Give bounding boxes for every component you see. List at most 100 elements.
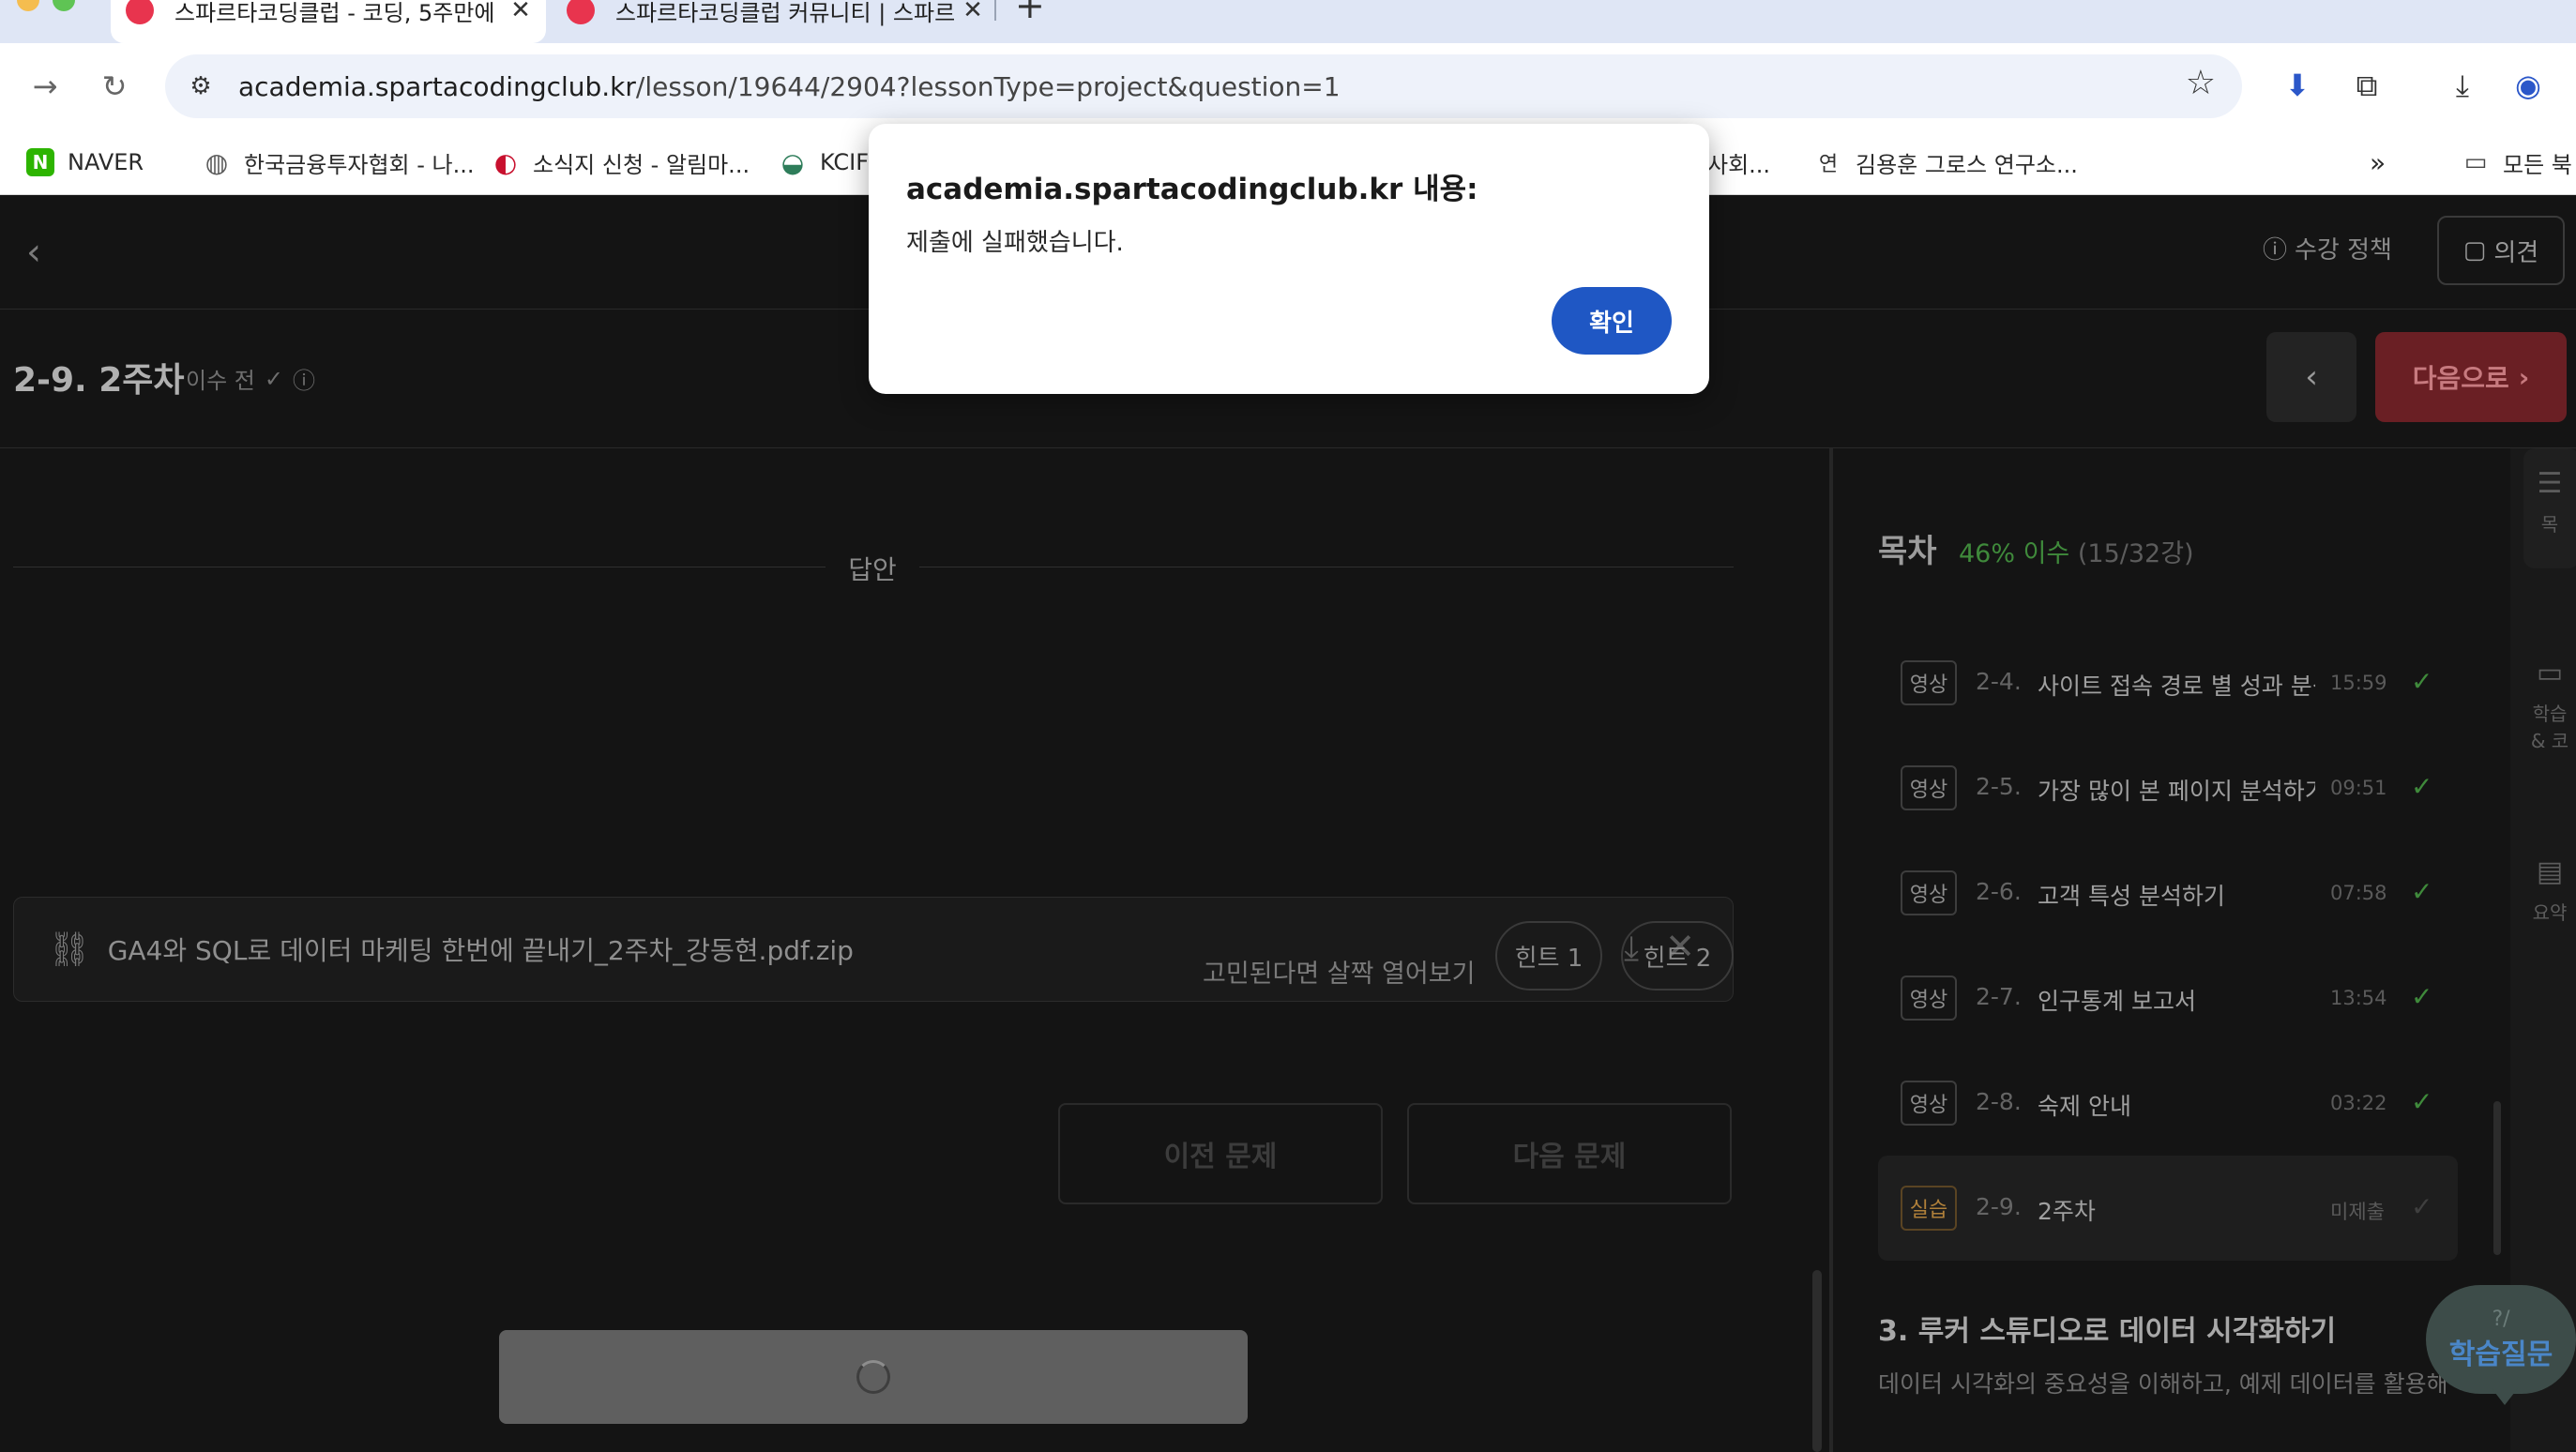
bookmark-society[interactable]: 사회... bbox=[1707, 143, 1770, 182]
next-question-button[interactable]: 다음 문제 bbox=[1407, 1103, 1732, 1204]
confirm-button[interactable]: 확인 bbox=[1552, 287, 1672, 355]
new-tab-button[interactable]: + bbox=[1015, 0, 1045, 26]
lesson-title: 2-9. 2주차 bbox=[13, 361, 185, 400]
duration: 13:54 bbox=[2330, 987, 2387, 1009]
bookmark-growth-lab[interactable]: 연 김용훈 그로스 연구소... bbox=[1814, 143, 2078, 182]
bookmark-star-icon[interactable]: ☆ bbox=[2186, 64, 2216, 102]
toc-item[interactable]: 영상 2-8. 숙제 안내 03:22 ✓ bbox=[1878, 1051, 2458, 1156]
kcif-icon: ◒ bbox=[780, 146, 805, 178]
close-tab-icon[interactable]: ✕ bbox=[957, 0, 989, 24]
bookmark-naver[interactable]: N NAVER bbox=[26, 143, 144, 182]
check-icon: ✓ bbox=[2411, 771, 2433, 802]
submit-button[interactable] bbox=[499, 1330, 1248, 1424]
minimize-window-button[interactable] bbox=[17, 0, 39, 11]
bookmark-kcif[interactable]: ◒ KCIF bbox=[779, 143, 869, 182]
tab-sparta-community[interactable]: 스파르타코딩클럽 커뮤니티 | 스파르 ✕ bbox=[546, 0, 998, 43]
list-icon: ☰ bbox=[2537, 467, 2563, 500]
bag-icon: ▭ bbox=[2536, 657, 2564, 689]
duration: 03:22 bbox=[2330, 1092, 2387, 1114]
folder-icon: ▭ bbox=[2463, 148, 2488, 176]
learning-question-button[interactable]: ?/ 학습질문 bbox=[2426, 1285, 2576, 1394]
rail-toc-button[interactable]: ☰ 목 bbox=[2522, 467, 2576, 537]
answer-label: 답안 bbox=[848, 554, 897, 585]
tab-spartacodingclub[interactable]: 스파르타코딩클럽 - 코딩, 5주만에 ✕ bbox=[111, 0, 546, 43]
info-icon: ⓘ bbox=[2263, 236, 2288, 265]
rail-summary-button[interactable]: ▤ 요약 bbox=[2522, 855, 2576, 925]
video-tag: 영상 bbox=[1901, 1081, 1957, 1126]
rail-learning-button[interactable]: ▭ 학습 & 코 bbox=[2522, 657, 2576, 753]
panel-divider bbox=[1829, 448, 1833, 1452]
file-name: GA4와 SQL로 데이터 마케팅 한번에 끝내기_2주차_강동현.pdf.zi… bbox=[107, 935, 854, 966]
duration: 09:51 bbox=[2330, 777, 2387, 799]
help-icon[interactable]: ⓘ bbox=[293, 362, 315, 395]
extension-download-icon[interactable]: ⬇ bbox=[2274, 62, 2321, 109]
site-settings-icon[interactable]: ⚙ bbox=[173, 58, 229, 114]
dialog-message: 제출에 실패했습니다. bbox=[906, 229, 1124, 257]
tab-separator bbox=[994, 0, 996, 21]
submission-status: 미제출 bbox=[2330, 1201, 2385, 1223]
course-policy-link[interactable]: ⓘ 수강 정책 bbox=[2263, 231, 2392, 265]
previous-question-button[interactable]: 이전 문제 bbox=[1058, 1103, 1383, 1204]
hint-2-button[interactable]: 힌트 2 bbox=[1621, 921, 1734, 991]
naver-icon: N bbox=[26, 148, 54, 176]
reload-icon[interactable]: ↻ bbox=[88, 60, 141, 113]
tab-title: 스파르타코딩클럽 - 코딩, 5주만에 bbox=[174, 0, 495, 26]
video-tag: 영상 bbox=[1901, 660, 1957, 705]
toc-item-title: 인구통계 보고서 bbox=[2038, 988, 2196, 1015]
check-icon: ✓ bbox=[2411, 981, 2433, 1012]
document-icon: ▤ bbox=[2536, 855, 2564, 888]
question-icon: ?/ bbox=[2492, 1307, 2510, 1331]
toc-item[interactable]: 영상 2-7. 인구통계 보고서 13:54 ✓ bbox=[1878, 945, 2458, 1051]
extensions-puzzle-icon[interactable]: ⧉ bbox=[2343, 62, 2390, 109]
toc-item[interactable]: 영상 2-4. 사이트 접속 경로 별 성과 분석 15:59 ✓ bbox=[1878, 630, 2458, 735]
forward-icon[interactable]: → bbox=[19, 60, 71, 113]
toc-scrollbar[interactable] bbox=[2493, 1101, 2501, 1255]
loading-spinner-icon bbox=[856, 1360, 890, 1394]
alert-dialog: academia.spartacodingclub.kr 내용: 제출에 실패했… bbox=[869, 124, 1709, 394]
duration: 07:58 bbox=[2330, 882, 2387, 904]
tab-title: 스파르타코딩클럽 커뮤니티 | 스파르 bbox=[615, 0, 956, 26]
duration: 15:59 bbox=[2330, 672, 2387, 694]
toc-item-title: 가장 많이 본 페이지 분석하기 bbox=[2038, 778, 2315, 805]
all-bookmarks-button[interactable]: ▭ 모든 북 bbox=[2462, 143, 2572, 182]
answer-panel: 답안 ⛓ GA4와 SQL로 데이터 마케팅 한번에 끝내기_2주차_강동현.p… bbox=[0, 448, 1829, 1452]
section-title[interactable]: 3. 루커 스튜디오로 데이터 시각화하기 bbox=[1878, 1308, 2336, 1349]
video-tag: 영상 bbox=[1901, 765, 1957, 810]
section-description: 데이터 시각화의 중요성을 이해하고, 예제 데이터를 활용해 루 bbox=[1878, 1370, 2460, 1398]
scrollbar[interactable] bbox=[1812, 1270, 1822, 1452]
video-tag: 영상 bbox=[1901, 870, 1957, 915]
next-lesson-button[interactable]: 다음으로 › bbox=[2375, 332, 2567, 422]
url-text: academia.spartacodingclub.kr/lesson/1964… bbox=[238, 70, 1341, 102]
close-tab-icon[interactable]: ✕ bbox=[505, 0, 537, 24]
bookmark-newsletter[interactable]: ◐ 소식지 신청 - 알림마... bbox=[492, 143, 750, 182]
toc-progress: 46% 이수 (15/32강) bbox=[1959, 539, 2194, 568]
back-chevron-icon[interactable]: ‹ bbox=[26, 231, 41, 274]
address-bar[interactable]: ⚙ academia.spartacodingclub.kr/lesson/19… bbox=[165, 54, 2242, 118]
bookmark-kofia[interactable]: ◍ 한국금융투자협회 - 나... bbox=[203, 143, 475, 182]
toc-item[interactable]: 영상 2-6. 고객 특성 분석하기 07:58 ✓ bbox=[1878, 840, 2458, 945]
hint-1-button[interactable]: 힌트 1 bbox=[1495, 921, 1602, 991]
toc-item[interactable]: 영상 2-5. 가장 많이 본 페이지 분석하기 09:51 ✓ bbox=[1878, 735, 2458, 840]
korea-gov-icon: ◐ bbox=[493, 146, 518, 178]
zoom-window-button[interactable] bbox=[53, 0, 75, 11]
previous-lesson-button[interactable]: ‹ bbox=[2266, 332, 2356, 422]
sparta-favicon-icon bbox=[126, 0, 154, 24]
bookmarks-overflow-button[interactable]: » bbox=[2370, 143, 2386, 182]
practice-tag: 실습 bbox=[1901, 1186, 1957, 1231]
downloads-icon[interactable]: ⤓ bbox=[2439, 62, 2486, 109]
uploaded-file: ⛓ GA4와 SQL로 데이터 마케팅 한번에 끝내기_2주차_강동현.pdf.… bbox=[13, 897, 1734, 1002]
chevron-right-icon: › bbox=[2518, 361, 2530, 393]
toc-item-title: 2주차 bbox=[2038, 1198, 2096, 1225]
toc-item-current[interactable]: 실습 2-9. 2주차 미제출 ✓ bbox=[1878, 1156, 2458, 1261]
toc-item-title: 숙제 안내 bbox=[2038, 1093, 2131, 1120]
browser-toolbar: → ↻ ⚙ academia.spartacodingclub.kr/lesso… bbox=[0, 43, 2576, 129]
check-icon: ✓ bbox=[2411, 1191, 2433, 1222]
feedback-button[interactable]: ▢ 의견 bbox=[2437, 216, 2565, 285]
profile-icon[interactable]: ◉ bbox=[2505, 62, 2552, 109]
check-icon: ✓ bbox=[2411, 876, 2433, 907]
table-of-contents: 목차 46% 이수 (15/32강) 영상 2-4. 사이트 접속 경로 별 성… bbox=[1835, 448, 2501, 1452]
check-icon: ✓ bbox=[2411, 666, 2433, 697]
toc-heading: 목차 bbox=[1878, 533, 1937, 570]
globe-icon: ◍ bbox=[205, 146, 229, 178]
dialog-title: academia.spartacodingclub.kr 내용: bbox=[906, 173, 1478, 206]
